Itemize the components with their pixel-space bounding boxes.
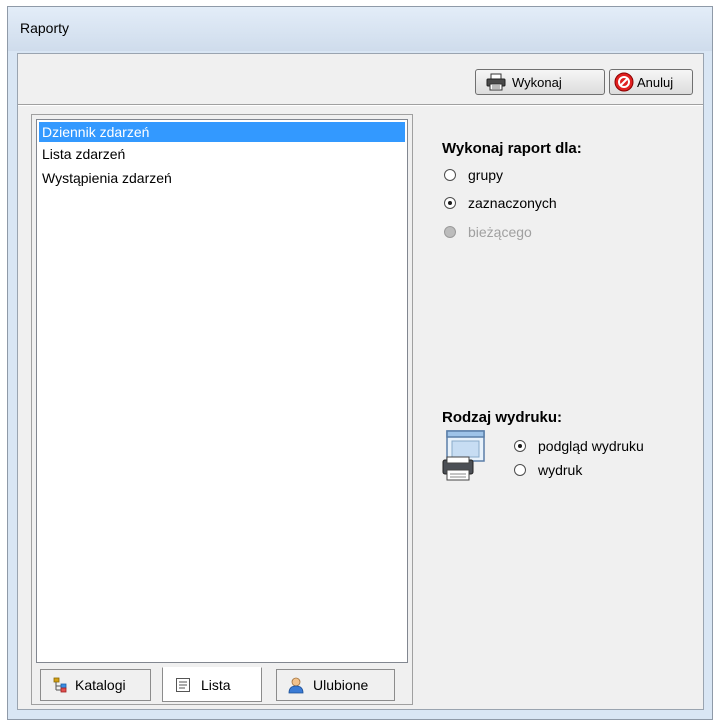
radio-wydruk[interactable]: wydruk [514,462,582,478]
tab-lista-label: Lista [201,676,231,693]
tab-ulubione-label: Ulubione [313,677,369,693]
report-list[interactable]: Dziennik zdarzeń Lista zdarzeń Wystąpien… [36,119,408,663]
radio-circle [444,169,456,181]
list-item[interactable]: Lista zdarzeń [39,144,405,164]
radio-circle [514,440,526,452]
list-item-label: Dziennik zdarzeń [42,124,150,140]
cancel-icon [614,72,634,92]
user-favorites-icon [287,676,305,694]
radio-biezacego-label: bieżącego [468,224,532,240]
report-target-heading: Wykonaj raport dla: [442,140,582,157]
toolbar-divider [18,104,703,106]
list-item-label: Wystąpienia zdarzeń [42,170,172,186]
tab-ulubione[interactable]: Ulubione [276,669,395,701]
tab-katalogi[interactable]: Katalogi [40,669,151,701]
radio-grupy-label: grupy [468,167,504,183]
radio-zaznaczonych-label: zaznaczonych [468,195,557,211]
window-title: Raporty [20,20,70,36]
radio-grupy[interactable]: grupy [444,167,503,183]
catalog-tree-icon [53,677,69,693]
list-icon [175,677,191,693]
cancel-button[interactable]: Anuluj [609,69,693,95]
radio-podglad-wydruku-label: podgląd wydruku [538,438,644,454]
execute-button-label: Wykonaj [512,74,562,90]
cancel-button-label: Anuluj [637,74,674,90]
radio-circle [444,226,456,238]
radio-biezacego: bieżącego [444,224,532,240]
print-type-heading: Rodzaj wydruku: [442,409,563,426]
tab-lista[interactable]: Lista [162,667,262,702]
list-item-label: Lista zdarzeń [42,146,126,162]
radio-wydruk-label: wydruk [538,462,583,478]
radio-circle [514,464,526,476]
radio-podglad-wydruku[interactable]: podgląd wydruku [514,438,644,454]
printer-preview-icon [442,430,488,485]
reports-window: Raporty Wykonaj Anuluj Dziennik zdarzeń … [7,6,713,720]
execute-button[interactable]: Wykonaj [475,69,605,95]
window-client-area: Wykonaj Anuluj Dziennik zdarzeń Lista zd… [17,53,704,710]
list-item[interactable]: Dziennik zdarzeń [39,122,405,142]
title-bar[interactable]: Raporty [8,7,712,51]
printer-icon [486,73,506,91]
radio-zaznaczonych[interactable]: zaznaczonych [444,195,557,211]
tab-katalogi-label: Katalogi [75,677,126,693]
list-item[interactable]: Wystąpienia zdarzeń [39,168,405,188]
report-list-panel: Dziennik zdarzeń Lista zdarzeń Wystąpien… [31,114,413,705]
radio-circle [444,197,456,209]
